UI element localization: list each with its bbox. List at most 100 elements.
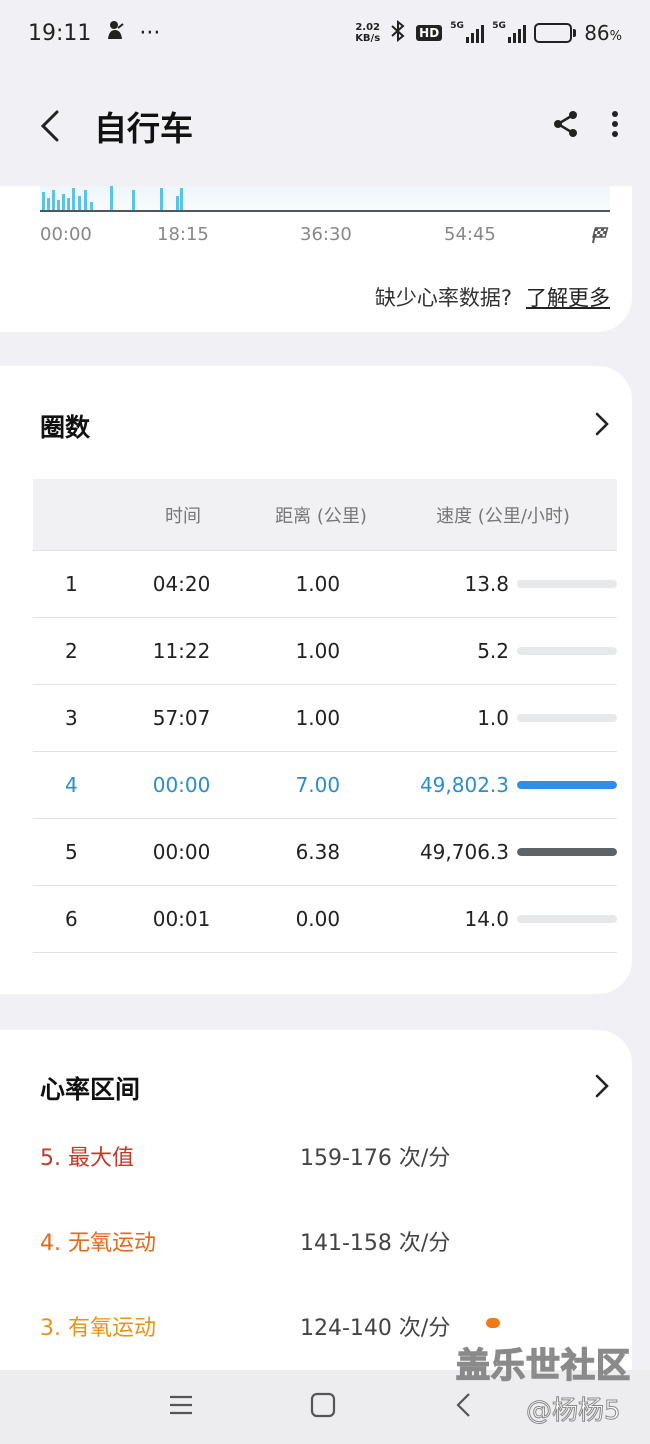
- hr-zones-card: 心率区间 5. 最大值 159-176 次/分 4. 无氧运动 141-158 …: [0, 1030, 632, 1370]
- notification-app-icon: [105, 19, 125, 47]
- hr-zones-title: 心率区间: [40, 1075, 141, 1104]
- learn-more-link[interactable]: 了解更多: [526, 286, 610, 310]
- sim1-network-type: 5G: [450, 21, 464, 31]
- lap-speed: 13.8: [464, 572, 509, 596]
- chevron-right-icon[interactable]: [594, 1073, 610, 1103]
- hr-zones-header[interactable]: 心率区间: [40, 1070, 610, 1106]
- status-bar: 19:11 ··· 2.02 KB/s HD 5G 5G 86%: [0, 0, 650, 66]
- chart-spike: [57, 200, 60, 210]
- lap-distance: 7.00: [295, 773, 341, 797]
- recent-apps-button[interactable]: [168, 1392, 194, 1422]
- zone-name: 3. 有氧运动: [40, 1316, 156, 1341]
- laps-header[interactable]: 圈数: [40, 408, 610, 444]
- lap-distance: 1.00: [295, 572, 341, 596]
- zone-name: 4. 无氧运动: [40, 1231, 156, 1256]
- battery-percent-unit: %: [609, 29, 622, 44]
- x-tick: 54:45: [444, 224, 496, 245]
- lap-speed: 14.0: [464, 907, 509, 931]
- lap-row[interactable]: 2 11:22 1.00 5.2: [33, 618, 617, 685]
- laps-table-body: 1 04:20 1.00 13.8 2 11:22 1.00 5.2 3 57:07 1.00 1.0…: [33, 551, 617, 953]
- x-tick: 18:15: [157, 224, 209, 245]
- chart-spike: [84, 190, 87, 210]
- sim2-signal-icon: 5G: [492, 21, 527, 43]
- lap-speed-cell: 14.0: [385, 907, 617, 931]
- lap-number: 6: [65, 907, 78, 931]
- lap-speed-bar: [517, 714, 617, 722]
- laps-title: 圈数: [40, 413, 91, 442]
- chart-spike: [52, 190, 55, 210]
- chart-spike: [110, 186, 113, 210]
- chevron-left-icon: [40, 110, 59, 142]
- activity-chart-card: 00:00 18:15 36:30 54:45 缺少心率数据? 了解更多: [0, 186, 632, 332]
- chart-spike: [90, 202, 93, 210]
- back-icon: [456, 1393, 470, 1417]
- network-speed-unit: KB/s: [355, 33, 381, 44]
- lap-time: 11:22: [152, 639, 211, 663]
- lap-speed-bar: [517, 848, 617, 856]
- battery-icon: [534, 23, 577, 43]
- lap-row[interactable]: 1 04:20 1.00 13.8: [33, 551, 617, 618]
- watermark-user: @杨杨5: [526, 1396, 622, 1427]
- hr-zone-row: 5. 最大值 159-176 次/分: [40, 1140, 610, 1172]
- chevron-right-icon[interactable]: [594, 411, 610, 441]
- chart-spike: [78, 196, 81, 210]
- lap-time: 00:00: [152, 840, 211, 864]
- hd-voice-badge: HD: [416, 25, 443, 41]
- home-button[interactable]: [310, 1392, 336, 1422]
- watermark-site: 盖乐世社区: [455, 1345, 631, 1387]
- more-vertical-icon: [612, 111, 618, 137]
- lap-time: 00:01: [152, 907, 211, 931]
- more-options-button[interactable]: [610, 109, 620, 143]
- chart-spike: [160, 188, 163, 210]
- missing-hr-row: 缺少心率数据? 了解更多: [375, 282, 610, 312]
- lap-distance: 0.00: [295, 907, 341, 931]
- zone-range: 141-158 次/分: [300, 1231, 451, 1256]
- lap-number: 1: [65, 572, 78, 596]
- lap-speed-bar: [517, 781, 617, 789]
- lap-speed: 5.2: [477, 639, 509, 663]
- lap-time: 57:07: [152, 706, 211, 730]
- lap-speed-bar: [517, 647, 617, 655]
- lap-row[interactable]: 3 57:07 1.00 1.0: [33, 685, 617, 752]
- laps-table-header: 时间 距离 (公里) 速度 (公里/小时): [33, 479, 617, 551]
- checkered-flag-icon: [590, 226, 610, 248]
- chart-spike: [132, 190, 135, 210]
- missing-hr-text: 缺少心率数据?: [374, 286, 512, 310]
- chart-spike: [180, 188, 183, 210]
- chart-spike: [67, 198, 70, 210]
- lap-distance: 1.00: [295, 639, 341, 663]
- share-button[interactable]: [552, 109, 580, 143]
- lap-row[interactable]: 6 00:01 0.00 14.0: [33, 886, 617, 953]
- lap-row[interactable]: 4 00:00 7.00 49,802.3: [33, 752, 617, 819]
- system-back-button[interactable]: [454, 1392, 474, 1422]
- heart-rate-chart: [40, 186, 610, 212]
- laps-card: 圈数 时间 距离 (公里) 速度 (公里/小时) 1 04:20 1.00 13.8 2…: [0, 366, 632, 994]
- lap-speed: 1.0: [477, 706, 509, 730]
- header-time: 时间: [165, 505, 201, 527]
- lap-speed-cell: 1.0: [385, 706, 617, 730]
- chart-spike: [42, 192, 45, 210]
- chart-spike: [72, 188, 75, 210]
- lap-speed-bar-fill: [517, 781, 617, 789]
- lap-number: 3: [65, 706, 78, 730]
- chart-spike: [176, 196, 179, 210]
- lap-speed-cell: 49,802.3: [385, 773, 617, 797]
- share-icon: [554, 111, 577, 137]
- chart-x-axis: 00:00 18:15 36:30 54:45: [40, 224, 610, 248]
- network-speed: 2.02 KB/s: [355, 22, 380, 44]
- sim2-network-type: 5G: [492, 21, 506, 31]
- lap-number: 2: [65, 639, 78, 663]
- page-title: 自行车: [94, 109, 193, 148]
- battery-percent-value: 86: [584, 21, 610, 45]
- lap-row[interactable]: 5 00:00 6.38 49,706.3: [33, 819, 617, 886]
- back-button[interactable]: [30, 106, 70, 146]
- lap-distance: 6.38: [295, 840, 341, 864]
- x-tick: 00:00: [40, 224, 92, 245]
- network-speed-value: 2.02: [355, 22, 381, 33]
- lap-speed-cell: 5.2: [385, 639, 617, 663]
- lap-distance: 1.00: [295, 706, 341, 730]
- chart-spike: [62, 194, 65, 210]
- zone-indicator-dot: [486, 1318, 500, 1328]
- lap-speed: 49,802.3: [419, 773, 509, 797]
- lap-number: 4: [65, 773, 78, 797]
